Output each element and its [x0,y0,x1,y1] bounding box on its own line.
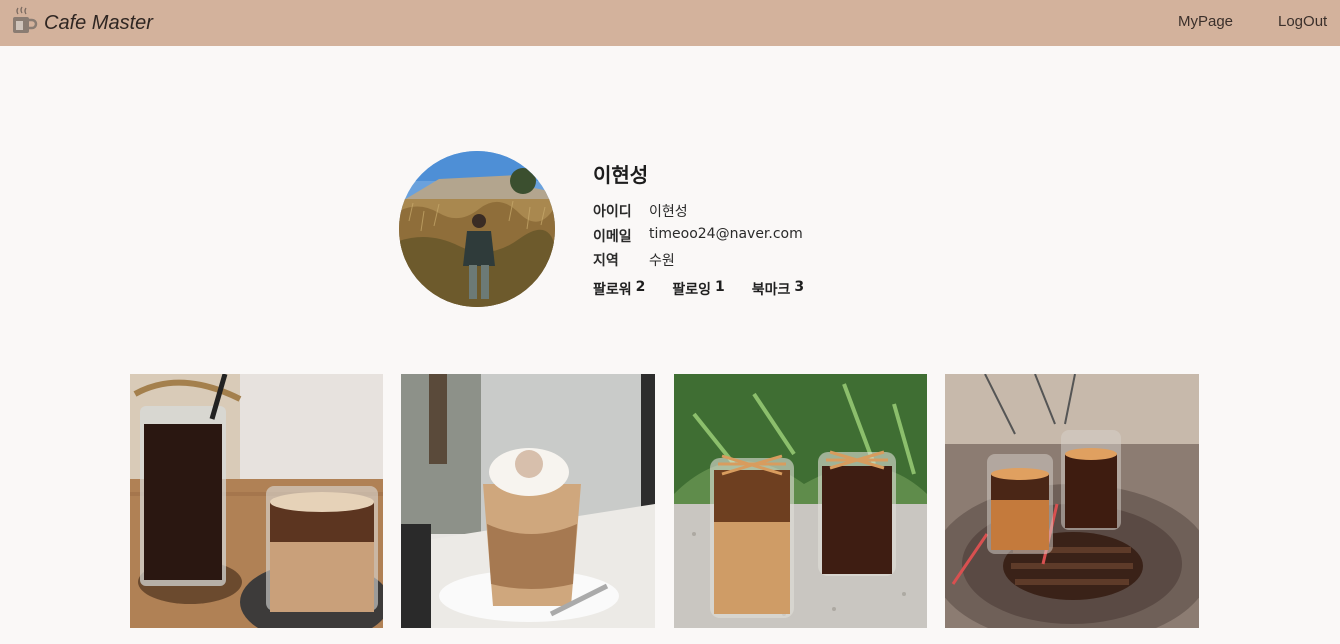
stat-label: 팔로잉 [672,282,712,298]
stat-count: 2 [635,279,646,295]
following-stat[interactable]: 팔로잉 1 [672,279,724,299]
info-row-region: 지역 수원 [593,250,675,270]
profile-avatar [399,151,555,307]
stat-label: 북마크 [751,282,791,298]
info-value: 이현성 [649,204,688,220]
info-row-id: 아이디 이현성 [593,201,688,221]
info-key: 지역 [593,253,619,269]
stat-count: 3 [794,279,805,295]
coffee-cup-icon [10,6,38,40]
top-navbar: Cafe Master MyPage LogOut [0,0,1340,46]
mypage-link[interactable]: MyPage [1178,13,1233,30]
info-key: 이메일 [593,229,632,245]
post-thumbnail[interactable] [945,374,1199,628]
stat-count: 1 [715,279,725,295]
post-thumbnail[interactable] [401,374,655,628]
info-row-email: 이메일 timeoo24@naver.com [593,226,803,246]
profile-stats: 팔로워 2 팔로잉 1 북마크 3 [593,279,804,299]
bookmark-stat[interactable]: 북마크 3 [752,279,804,299]
followers-stat[interactable]: 팔로워 2 [593,279,645,299]
info-value: timeoo24@naver.com [649,226,803,242]
stat-label: 팔로워 [593,282,632,298]
info-key: 아이디 [593,204,632,220]
app-title: Cafe Master [44,11,153,34]
logout-link[interactable]: LogOut [1278,13,1327,30]
brand[interactable]: Cafe Master [10,4,153,42]
post-thumbnail[interactable] [130,374,383,628]
info-value: 수원 [649,253,675,269]
profile-name: 이현성 [593,163,649,187]
post-thumbnail[interactable] [674,374,927,628]
